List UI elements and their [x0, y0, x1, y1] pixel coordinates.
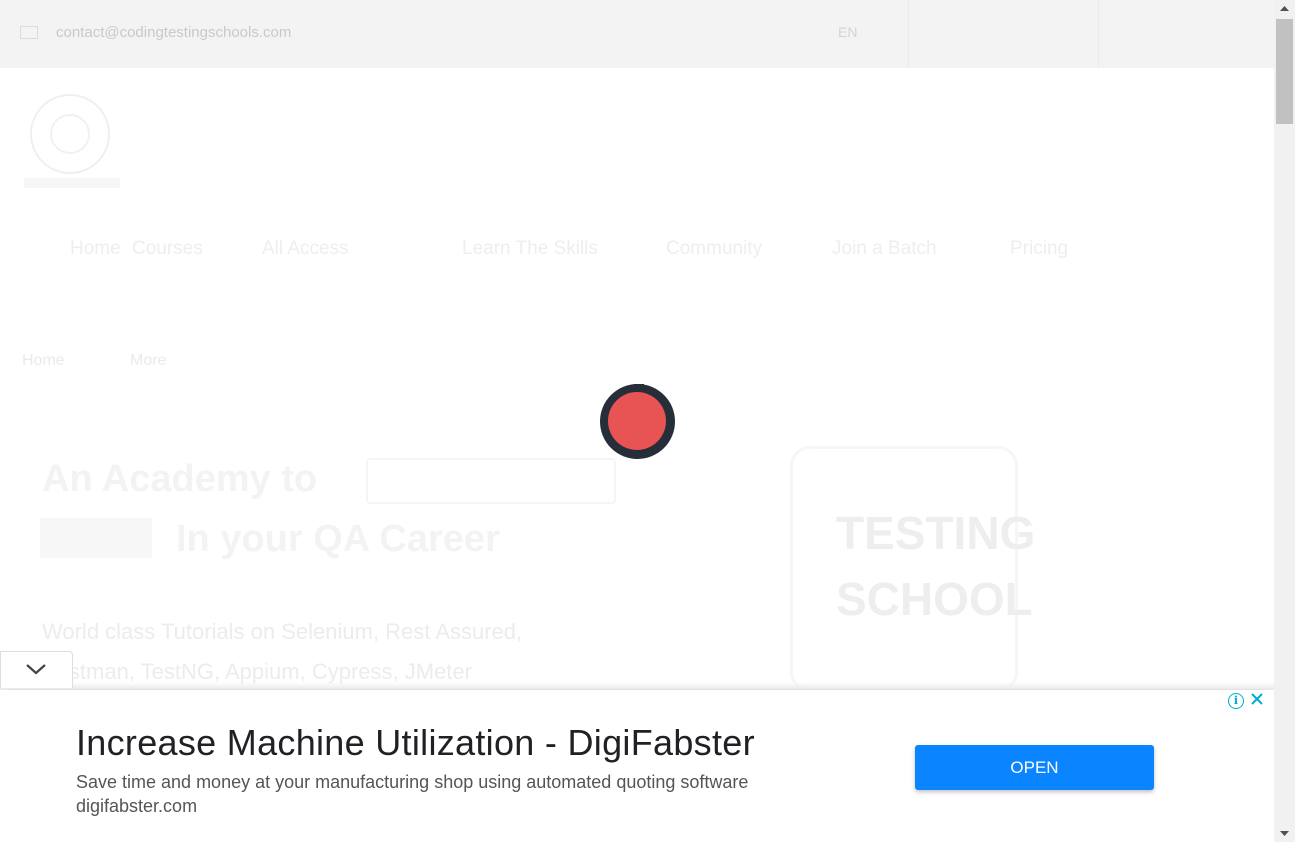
nav-item-all-access[interactable]: All Access — [262, 238, 349, 260]
hero-heading-line1: An Academy to — [42, 458, 318, 500]
loading-spinner-dot — [608, 392, 666, 450]
nav-item-community[interactable]: Community — [666, 238, 762, 260]
ad-open-button[interactable]: OPEN — [915, 745, 1154, 790]
language-selector[interactable]: EN — [838, 24, 857, 40]
breadcrumb-more[interactable]: More — [130, 352, 166, 370]
scrollbar-thumb[interactable] — [1276, 19, 1293, 124]
hero-highlight-box — [366, 458, 616, 504]
loading-spinner — [600, 384, 675, 459]
scroll-down-arrow-icon[interactable] — [1274, 824, 1295, 842]
top-contact-bar: contact@codingtestingschools.com EN — [0, 0, 1274, 68]
illustration-text: TESTING SCHOOL — [836, 500, 1035, 632]
ad-description: Save time and money at your manufacturin… — [76, 772, 749, 792]
web-page: contact@codingtestingschools.com EN Home… — [0, 0, 1274, 842]
ad-headline[interactable]: Increase Machine Utilization - DigiFabst… — [76, 722, 755, 764]
contact-email-link[interactable]: contact@codingtestingschools.com — [56, 24, 291, 41]
illustration-line2: SCHOOL — [836, 573, 1033, 625]
nav-item-courses[interactable]: Courses — [132, 238, 203, 260]
ad-display-url[interactable]: digifabster.com — [76, 796, 197, 817]
nav-item-join-a-batch[interactable]: Join a Batch — [832, 238, 937, 260]
nav-item-learn-the-skills[interactable]: Learn The Skills — [462, 238, 598, 260]
logo-mark — [50, 114, 90, 154]
site-logo[interactable] — [30, 94, 110, 174]
logo-caption — [24, 178, 120, 188]
anchor-ad-banner[interactable]: i Increase Machine Utilization - DigiFab… — [9, 689, 1265, 842]
loading-spinner-notch — [634, 384, 644, 390]
breadcrumb: Home More — [22, 352, 166, 370]
close-icon[interactable] — [1248, 690, 1266, 708]
scroll-up-arrow-icon[interactable] — [1274, 0, 1295, 18]
ad-info-icon[interactable]: i — [1228, 693, 1244, 709]
mail-icon — [20, 26, 38, 39]
chevron-down-icon — [26, 664, 46, 675]
nav-item-home[interactable]: Home — [70, 238, 121, 260]
illustration-line1: TESTING — [836, 507, 1036, 559]
breadcrumb-home[interactable]: Home — [22, 352, 65, 369]
ad-collapse-button[interactable] — [0, 651, 73, 688]
hero-subtitle: World class Tutorials on Selenium, Rest … — [42, 619, 523, 684]
nav-item-pricing[interactable]: Pricing — [1010, 238, 1068, 260]
hero-heading-line2: In your QA Career — [176, 518, 500, 560]
vertical-scrollbar[interactable] — [1274, 0, 1295, 842]
hero-highlight-badge — [40, 518, 152, 558]
topbar-segment-login[interactable] — [908, 0, 1099, 68]
topbar-segment-signup[interactable] — [1098, 0, 1274, 68]
